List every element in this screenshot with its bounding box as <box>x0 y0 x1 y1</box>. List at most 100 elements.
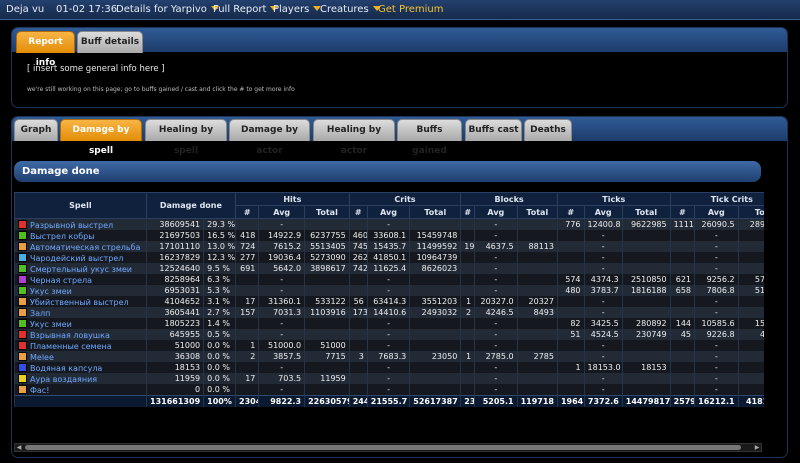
tab-report-info[interactable]: Report info <box>16 31 75 68</box>
cell-c-2 <box>409 384 461 396</box>
damage-total-cell: 16237829 <box>145 252 204 263</box>
tab-buff-details[interactable]: Buff details <box>77 31 143 53</box>
col-sub-3-0[interactable]: # <box>556 205 585 219</box>
tab-damage-by-actor[interactable]: Damage by actor <box>229 119 310 156</box>
spell-link[interactable]: Разрывной выстрел <box>30 221 113 230</box>
cell-t-1: 3783.7 <box>583 285 623 296</box>
col-sub-1-0[interactable]: # <box>348 205 368 219</box>
spell-link[interactable]: Укус змеи <box>30 287 72 296</box>
col-sub-2-0[interactable]: # <box>460 205 476 219</box>
cell-b-0[interactable]: 1 <box>460 296 475 307</box>
spell-link[interactable]: Выстрел кобры <box>30 232 95 241</box>
spell-link[interactable]: Залп <box>30 309 50 318</box>
tab-healing-by-actor[interactable]: Healing by actor <box>313 119 395 156</box>
cell-t-0[interactable]: 776 <box>556 218 585 230</box>
tab-buffs-gained[interactable]: Buffs gained <box>397 119 462 156</box>
col-sub-4-1[interactable]: Avg <box>694 205 739 219</box>
damage-total-cell: 12524640 <box>145 263 204 274</box>
col-spell[interactable]: Spell <box>14 192 147 219</box>
col-sub-2-2[interactable]: Total <box>516 205 558 219</box>
spell-link[interactable]: Убийственный выстрел <box>30 298 129 307</box>
cell-tc-0[interactable]: 144 <box>669 318 695 329</box>
spell-link[interactable]: Чародейский выстрел <box>30 254 123 263</box>
cell-c-0[interactable]: 742 <box>348 263 368 274</box>
scroll-right-icon[interactable]: ▶ <box>753 444 761 451</box>
cell-h-0[interactable]: 1 <box>235 340 259 351</box>
cell-c-0[interactable]: 173 <box>348 307 368 318</box>
tab-graph[interactable]: Graph <box>14 119 58 141</box>
nav-user[interactable]: Deja vu <box>6 0 44 19</box>
cell-h-0[interactable]: 277 <box>235 252 259 263</box>
cell-t-2 <box>621 340 671 351</box>
spell-link[interactable]: Аура воздаяния <box>30 375 97 384</box>
cell-t-0[interactable]: 574 <box>556 274 585 285</box>
cell-c-0[interactable]: 745 <box>348 241 368 252</box>
cell-h-0[interactable]: 2 <box>235 351 259 362</box>
damage-total-cell: 36308 <box>145 351 204 362</box>
col-sub-4-2[interactable]: Total <box>737 205 764 219</box>
col-sub-0-1[interactable]: Avg <box>258 205 306 219</box>
spell-link[interactable]: Черная стрела <box>30 276 92 285</box>
cell-t-0[interactable]: 480 <box>556 285 585 296</box>
cell-tc-0[interactable]: 658 <box>669 285 695 296</box>
cell-h-0[interactable]: 157 <box>235 307 259 318</box>
nav-creatures[interactable]: Creatures <box>320 0 381 19</box>
cell-h-0[interactable]: 724 <box>235 241 259 252</box>
cell-b-2 <box>516 373 558 384</box>
col-sub-3-2[interactable]: Total <box>621 205 671 219</box>
cell-tc-0[interactable]: 45 <box>669 329 695 340</box>
cell-t-0[interactable]: 82 <box>556 318 585 329</box>
nav-details[interactable]: Details for Yarpivo <box>116 0 219 19</box>
col-damage-done[interactable]: Damage done <box>145 192 237 219</box>
tab-deaths[interactable]: Deaths <box>524 119 572 141</box>
cell-tc-1: - <box>694 241 739 252</box>
cell-h-0[interactable]: 418 <box>235 230 259 241</box>
cell-h-0[interactable]: 17 <box>235 373 259 384</box>
col-sub-2-1[interactable]: Avg <box>474 205 518 219</box>
damage-pct-cell: 0.0 % <box>203 351 236 362</box>
spell-link[interactable]: Смертельный укус змеи <box>30 265 132 274</box>
col-sub-1-1[interactable]: Avg <box>366 205 411 219</box>
tab-healing-by-spell[interactable]: Healing by spell <box>145 119 227 156</box>
horizontal-scrollbar[interactable]: ◀ ▶ <box>14 443 762 452</box>
spell-link[interactable]: Взрывная ловушка <box>30 331 110 340</box>
spell-link[interactable]: Автоматическая стрельба <box>30 243 140 252</box>
cell-tc-0[interactable]: 621 <box>669 274 695 285</box>
cell-c-0[interactable]: 3 <box>348 351 368 362</box>
spell-link[interactable]: Укус змеи <box>30 320 72 329</box>
cell-b-0 <box>460 218 475 230</box>
scroll-left-icon[interactable]: ◀ <box>15 444 23 451</box>
nav-full-report[interactable]: Full Report <box>213 0 279 19</box>
cell-tc-0[interactable]: 1111 <box>669 218 695 230</box>
spell-link[interactable]: Фас! <box>30 386 49 395</box>
scroll-thumb[interactable] <box>25 445 741 450</box>
tab-buffs-cast[interactable]: Buffs cast <box>465 119 522 141</box>
cell-b-0[interactable]: 2 <box>460 307 475 318</box>
cell-t-0[interactable]: 1 <box>556 362 585 373</box>
cell-b-0 <box>460 252 475 263</box>
col-sub-1-2[interactable]: Total <box>409 205 462 219</box>
nav-premium[interactable]: Get Premium <box>378 0 444 19</box>
tab-damage-by-spell[interactable]: Damage by spell <box>60 119 142 156</box>
cell-h-0[interactable]: 691 <box>235 263 259 274</box>
cell-h-2: 1103916 <box>304 307 350 318</box>
spell-link[interactable]: Водяная капсула <box>30 364 102 373</box>
spell-school-icon <box>18 373 27 383</box>
cell-b-0[interactable]: 19 <box>460 241 475 252</box>
cell-h-0[interactable]: 17 <box>235 296 259 307</box>
cell-b-0[interactable]: 1 <box>460 351 475 362</box>
cell-c-0[interactable]: 460 <box>348 230 368 241</box>
nav-players[interactable]: Players <box>273 0 322 19</box>
spell-cell: Аура воздаяния <box>14 373 147 384</box>
cell-t-0[interactable]: 51 <box>556 329 585 340</box>
cell-c-2 <box>409 329 461 340</box>
col-sub-0-2[interactable]: Total <box>304 205 350 219</box>
spell-link[interactable]: Melee <box>30 353 54 362</box>
col-sub-4-0[interactable]: # <box>669 205 696 219</box>
spell-link[interactable]: Пламенные семена <box>30 342 112 351</box>
cell-c-0[interactable]: 56 <box>348 296 368 307</box>
cell-c-0[interactable]: 262 <box>348 252 368 263</box>
cell-t-1: 12400.8 <box>583 218 623 230</box>
col-sub-3-1[interactable]: Avg <box>583 205 623 219</box>
col-sub-0-0[interactable]: # <box>235 205 260 219</box>
